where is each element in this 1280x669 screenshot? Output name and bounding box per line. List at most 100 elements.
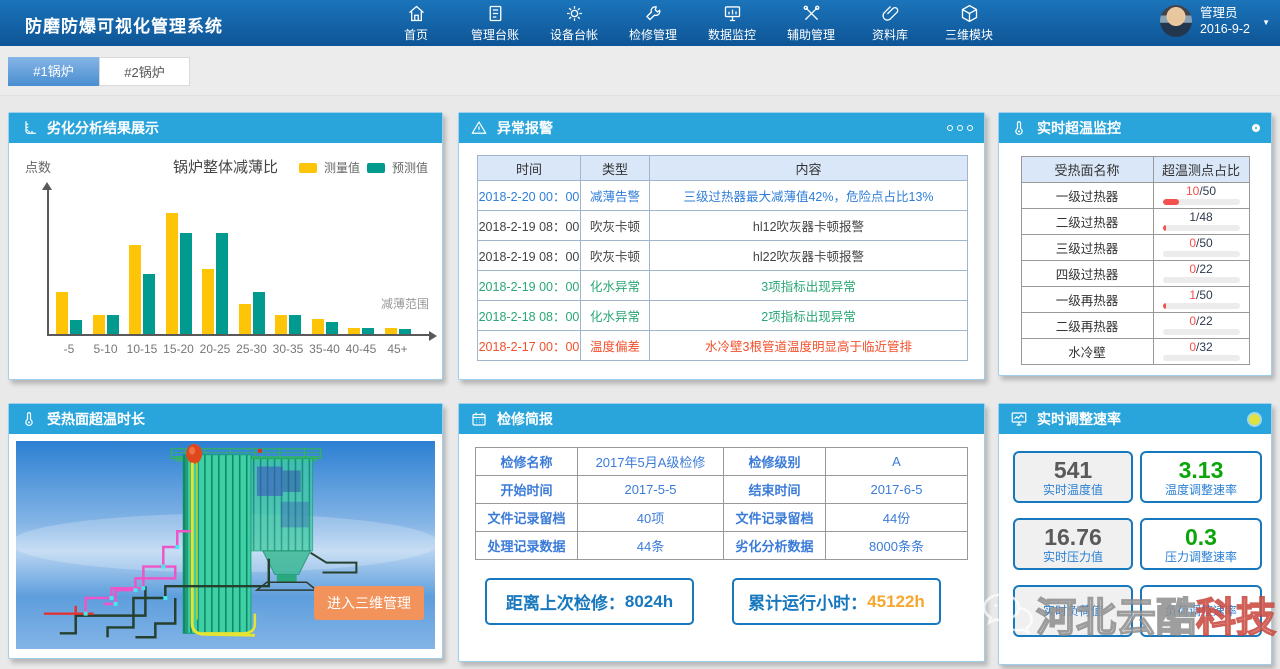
- status-ring-icon: [1252, 124, 1260, 132]
- maintenance-label: 结束时间: [724, 476, 826, 504]
- avatar[interactable]: [1160, 5, 1192, 37]
- total-run-hours-button[interactable]: 累计运行小时：45122h: [732, 578, 941, 625]
- ratio-bar: [1163, 199, 1240, 205]
- panel-menu-dots-icon[interactable]: [947, 125, 973, 131]
- ratio-bar: [1163, 329, 1240, 335]
- nav-item-6[interactable]: 辅助管理: [783, 3, 839, 43]
- maintenance-label: 检修名称: [476, 448, 578, 476]
- nav-item-label: 首页: [404, 26, 428, 43]
- ratio-text: 0/22: [1163, 315, 1240, 327]
- panel-title: 实时超温监控: [1037, 118, 1121, 138]
- alarm-content: hl12吹灰器卡顿报警: [650, 211, 968, 241]
- bar-s1-25-30: [253, 292, 265, 334]
- rate-value: 16.76: [1044, 525, 1102, 550]
- alarm-time: 2018-2-19 00：00: [478, 271, 581, 301]
- tab-boiler-2[interactable]: #2锅炉: [99, 57, 190, 86]
- bar-s1-10-15: [143, 274, 155, 334]
- overtemp-row: 四级过热器0/22: [1021, 261, 1249, 287]
- alarm-type: 减薄告警: [581, 181, 650, 211]
- overtemp-row: 一级再热器1/50: [1021, 287, 1249, 313]
- status-dot-icon: [1249, 414, 1260, 425]
- panel-degradation-header: 劣化分析结果展示: [9, 113, 442, 143]
- panel-overtemp-duration: 受热面超温时长: [8, 403, 443, 659]
- alarm-table: 时间 类型 内容 2018-2-20 00：00减薄告警三级过热器最大减薄值42…: [477, 155, 968, 361]
- rate-cards: 541实时温度值3.13温度调整速率16.76实时压力值0.3压力调整速率实时负…: [1013, 451, 1262, 637]
- enter-3d-button[interactable]: 进入三维管理: [314, 586, 424, 620]
- nav-item-label: 三维模块: [945, 26, 993, 43]
- alarm-time: 2018-2-17 00：00: [478, 331, 581, 361]
- nav-item-5[interactable]: 数据监控: [704, 3, 760, 43]
- tab-boiler-1[interactable]: #1锅炉: [8, 57, 99, 86]
- data-monitor-icon: [722, 3, 743, 24]
- legend-label: 预测值: [392, 159, 428, 176]
- nav-item-7[interactable]: 资料库: [862, 3, 918, 43]
- alarm-time: 2018-2-19 08：00: [478, 211, 581, 241]
- bar-s0-5-10: [93, 315, 105, 334]
- surface-name: 二级再热器: [1021, 313, 1153, 339]
- col-ratio: 超温测点占比: [1153, 157, 1249, 183]
- app-title: 防磨防爆可视化管理系统: [25, 12, 223, 37]
- legend-label: 测量值: [324, 159, 360, 176]
- rate-label: 温度调整速率: [1165, 483, 1237, 497]
- rate-card-4: 0.3压力调整速率: [1140, 518, 1262, 570]
- alarm-row: 2018-2-20 00：00减薄告警三级过热器最大减薄值42%，危险点占比13…: [478, 181, 968, 211]
- overtemp-table-header: 受热面名称 超温测点占比: [1021, 157, 1249, 183]
- nav-item-4[interactable]: 检修管理: [625, 3, 681, 43]
- rate-label: 压力调整速率: [1165, 550, 1237, 564]
- nav-item-3[interactable]: 设备台帐: [546, 3, 602, 43]
- nav-item-label: 管理台账: [471, 26, 519, 43]
- surface-name: 一级过热器: [1021, 183, 1153, 209]
- maintenance-value: 44份: [826, 504, 968, 532]
- user-name: 管理员: [1200, 5, 1250, 21]
- maintenance-value: 2017年5月A级检修: [578, 448, 724, 476]
- since-last-maintenance-button[interactable]: 距离上次检修：8024h: [485, 578, 694, 625]
- surface-name: 二级过热器: [1021, 209, 1153, 235]
- bar-s1-15-20: [180, 233, 192, 334]
- x-axis-label: 减薄范围: [381, 295, 429, 312]
- maintenance-label: 文件记录留档: [724, 504, 826, 532]
- nav-item-label: 资料库: [872, 26, 908, 43]
- boiler-tabbar: #1锅炉 #2锅炉: [0, 46, 1280, 96]
- alarm-content: 3项指标出现异常: [650, 271, 968, 301]
- alarm-row: 2018-2-19 08：00吹灰卡顿hl12吹灰器卡顿报警: [478, 211, 968, 241]
- overtemp-ratio-cell: 0/22: [1153, 313, 1249, 339]
- cube-icon: [959, 3, 980, 24]
- overtemp-ratio-cell: 1/48: [1153, 209, 1249, 235]
- nav-item-8[interactable]: 三维模块: [941, 3, 997, 43]
- ledger-icon: [485, 3, 506, 24]
- maintenance-table: 检修名称2017年5月A级检修检修级别A开始时间2017-5-5结束时间2017…: [475, 447, 968, 560]
- surface-name: 水冷壁: [1021, 339, 1153, 365]
- ratio-text: 1/50: [1163, 289, 1240, 301]
- panel-title: 受热面超温时长: [47, 409, 145, 429]
- rate-label: 实时压力值: [1043, 550, 1103, 564]
- rate-value: 541: [1054, 458, 1092, 483]
- alarm-content: 水冷壁3根管道温度明显高于临近管排: [650, 331, 968, 361]
- col-content: 内容: [650, 156, 968, 181]
- bar-s1--5: [70, 320, 82, 334]
- home-icon: [406, 3, 427, 24]
- bar-s1-20-25: [216, 233, 228, 334]
- col-surface-name: 受热面名称: [1021, 157, 1153, 183]
- nav-item-2[interactable]: 管理台账: [467, 3, 523, 43]
- overtemp-ratio-cell: 0/50: [1153, 235, 1249, 261]
- rate-label: 实时负荷值: [1043, 604, 1103, 618]
- maintenance-value: 2017-6-5: [826, 476, 968, 504]
- nav-item-1[interactable]: 首页: [388, 3, 444, 43]
- overtemp-row: 二级再热器 0/22: [1021, 313, 1249, 339]
- monitor-chart-icon: [1010, 410, 1028, 428]
- overtemp-ratio-cell: 0/22: [1153, 261, 1249, 287]
- maintenance-value: A: [826, 448, 968, 476]
- col-type: 类型: [581, 156, 650, 181]
- nav-item-label: 辅助管理: [787, 26, 835, 43]
- col-time: 时间: [478, 156, 581, 181]
- chevron-down-icon[interactable]: ▼: [1262, 18, 1270, 27]
- panel-rates-header: 实时调整速率: [999, 404, 1271, 434]
- panel-realtime-rates: 实时调整速率 541实时温度值3.13温度调整速率16.76实时压力值0.3压力…: [998, 403, 1272, 665]
- rate-card-2: 3.13温度调整速率: [1140, 451, 1262, 503]
- alarm-type: 吹灰卡顿: [581, 211, 650, 241]
- rate-card-6: 负荷调整速率: [1140, 585, 1262, 637]
- rate-card-5: 实时负荷值: [1013, 585, 1133, 637]
- wrench-icon: [643, 3, 664, 24]
- panel-alarms-header: 异常报警: [459, 113, 984, 143]
- user-menu[interactable]: 管理员 2016-9-2: [1160, 5, 1250, 37]
